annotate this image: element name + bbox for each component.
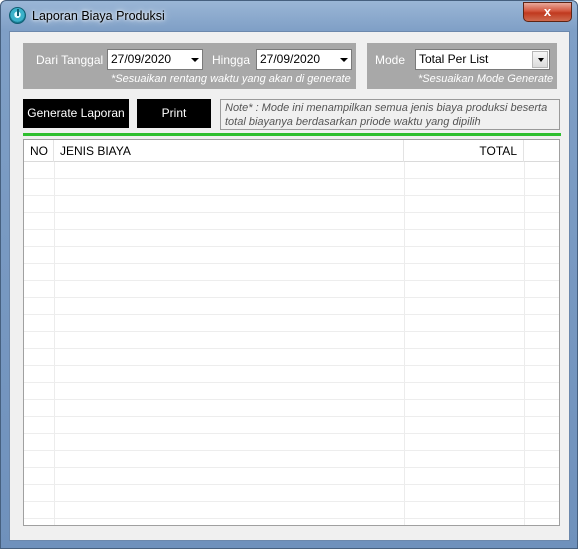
table-row xyxy=(24,366,559,383)
column-header-filler xyxy=(524,140,559,162)
chevron-down-icon xyxy=(191,58,199,62)
close-icon: x xyxy=(543,4,552,19)
table-row xyxy=(24,451,559,468)
date-range-panel: Dari Tanggal 27/09/2020 Hingga 27/09/202… xyxy=(23,43,356,89)
from-date-value: 27/09/2020 xyxy=(111,52,172,66)
table-row xyxy=(24,468,559,485)
mode-label: Mode xyxy=(375,53,406,67)
column-header-jenis-biaya[interactable]: JENIS BIAYA xyxy=(54,140,404,162)
to-date-picker[interactable]: 27/09/2020 xyxy=(256,49,352,70)
column-header-no[interactable]: NO xyxy=(24,140,54,162)
table-row xyxy=(24,179,559,196)
date-range-hint: *Sesuaikan rentang waktu yang akan di ge… xyxy=(111,73,351,85)
mode-panel: Mode Total Per List *Sesuaikan Mode Gene… xyxy=(367,43,557,89)
report-table[interactable]: NO JENIS BIAYA TOTAL xyxy=(23,139,560,526)
from-date-label: Dari Tanggal xyxy=(36,53,104,67)
title-bar[interactable]: Laporan Biaya Produksi x xyxy=(1,1,577,31)
mode-hint: *Sesuaikan Mode Generate xyxy=(418,73,554,85)
table-row xyxy=(24,332,559,349)
table-row xyxy=(24,400,559,417)
table-row xyxy=(24,230,559,247)
print-button[interactable]: Print xyxy=(137,99,211,128)
app-window: Laporan Biaya Produksi x Dari Tanggal 27… xyxy=(0,0,578,549)
separator-line xyxy=(23,133,561,136)
table-row xyxy=(24,383,559,400)
form-body: Dari Tanggal 27/09/2020 Hingga 27/09/202… xyxy=(9,31,570,541)
table-row xyxy=(24,162,559,179)
mode-dropdown-button[interactable] xyxy=(532,51,548,68)
table-row xyxy=(24,213,559,230)
table-row xyxy=(24,264,559,281)
app-power-icon xyxy=(9,7,26,24)
column-header-total[interactable]: TOTAL xyxy=(404,140,524,162)
table-row xyxy=(24,485,559,502)
table-row xyxy=(24,502,559,519)
table-row xyxy=(24,196,559,213)
table-header: NO JENIS BIAYA TOTAL xyxy=(24,140,559,162)
from-date-picker[interactable]: 27/09/2020 xyxy=(107,49,203,70)
close-button[interactable]: x xyxy=(523,2,572,22)
mode-value: Total Per List xyxy=(419,52,489,66)
to-date-label: Hingga xyxy=(212,53,251,67)
table-row xyxy=(24,281,559,298)
window-title: Laporan Biaya Produksi xyxy=(32,9,165,23)
table-row xyxy=(24,247,559,264)
chevron-down-icon xyxy=(538,58,544,62)
to-date-value: 27/09/2020 xyxy=(260,52,321,66)
table-row xyxy=(24,315,559,332)
table-row xyxy=(24,349,559,366)
table-row xyxy=(24,298,559,315)
table-row xyxy=(24,434,559,451)
table-row xyxy=(24,417,559,434)
chevron-down-icon xyxy=(340,58,348,62)
mode-select[interactable]: Total Per List xyxy=(415,49,550,70)
generate-report-button[interactable]: Generate Laporan xyxy=(23,99,129,128)
mode-note: Note* : Mode ini menampilkan semua jenis… xyxy=(220,99,560,130)
